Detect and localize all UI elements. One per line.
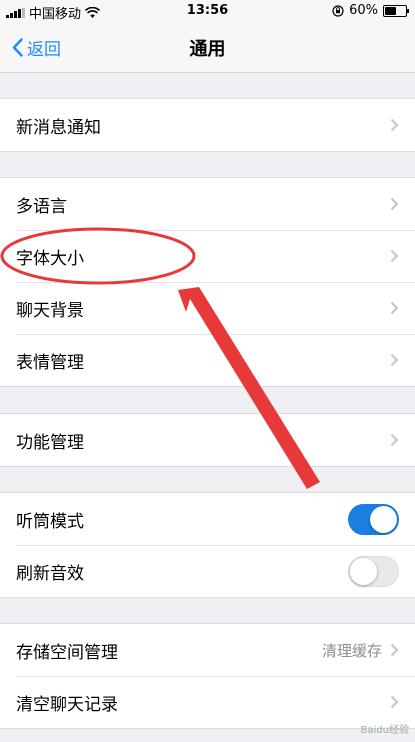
settings-group-notifications: 新消息通知 [0, 98, 415, 152]
status-right: 60% [332, 3, 409, 18]
chevron-right-icon [390, 118, 399, 132]
battery-percent: 60% [349, 3, 378, 18]
row-emoji-management[interactable]: 表情管理 [0, 334, 415, 386]
rotation-lock-icon [332, 4, 344, 17]
watermark: Baidu经验 [360, 725, 409, 736]
row-refresh-sound: 刷新音效 [0, 545, 415, 597]
row-label: 字体大小 [16, 248, 84, 269]
settings-group-storage: 存储空间管理 清理缓存 清空聊天记录 [0, 623, 415, 729]
navigation-bar: 返回 通用 [0, 22, 415, 73]
chevron-right-icon [390, 433, 399, 447]
row-feature-management[interactable]: 功能管理 [0, 414, 415, 466]
row-storage-management[interactable]: 存储空间管理 清理缓存 [0, 624, 415, 676]
chevron-right-icon [390, 197, 399, 211]
row-label: 新消息通知 [16, 117, 101, 138]
receiver-mode-toggle[interactable] [348, 503, 399, 535]
row-value: 清理缓存 [321, 641, 382, 660]
settings-group-display: 多语言 字体大小 聊天背景 表情管理 [0, 177, 415, 387]
page-title: 通用 [189, 39, 226, 60]
row-clear-chat-history[interactable]: 清空聊天记录 [0, 676, 415, 728]
row-label: 存储空间管理 [16, 642, 118, 663]
chevron-right-icon [390, 643, 399, 657]
toggle-knob [350, 557, 377, 585]
row-label: 功能管理 [16, 432, 84, 453]
row-label: 聊天背景 [16, 300, 84, 321]
chevron-right-icon [390, 353, 399, 367]
row-font-size[interactable]: 字体大小 [0, 230, 415, 282]
chevron-right-icon [390, 301, 399, 315]
battery-icon [383, 4, 409, 17]
row-label: 表情管理 [16, 352, 84, 373]
row-label: 多语言 [16, 196, 67, 217]
settings-group-features: 功能管理 [0, 413, 415, 467]
row-label: 刷新音效 [16, 563, 84, 584]
row-chat-background[interactable]: 聊天背景 [0, 282, 415, 334]
chevron-right-icon [390, 695, 399, 709]
chevron-right-icon [390, 249, 399, 263]
row-label: 听筒模式 [16, 511, 84, 532]
settings-group-sound: 听筒模式 刷新音效 [0, 492, 415, 598]
battery-fill [385, 6, 396, 15]
row-receiver-mode: 听筒模式 [0, 493, 415, 545]
refresh-sound-toggle[interactable] [348, 555, 399, 587]
status-bar: 中国移动 13:56 60% [0, 0, 415, 22]
row-new-message-notification[interactable]: 新消息通知 [0, 99, 415, 151]
toggle-knob [370, 505, 397, 533]
row-label: 清空聊天记录 [16, 694, 118, 715]
row-language[interactable]: 多语言 [0, 178, 415, 230]
